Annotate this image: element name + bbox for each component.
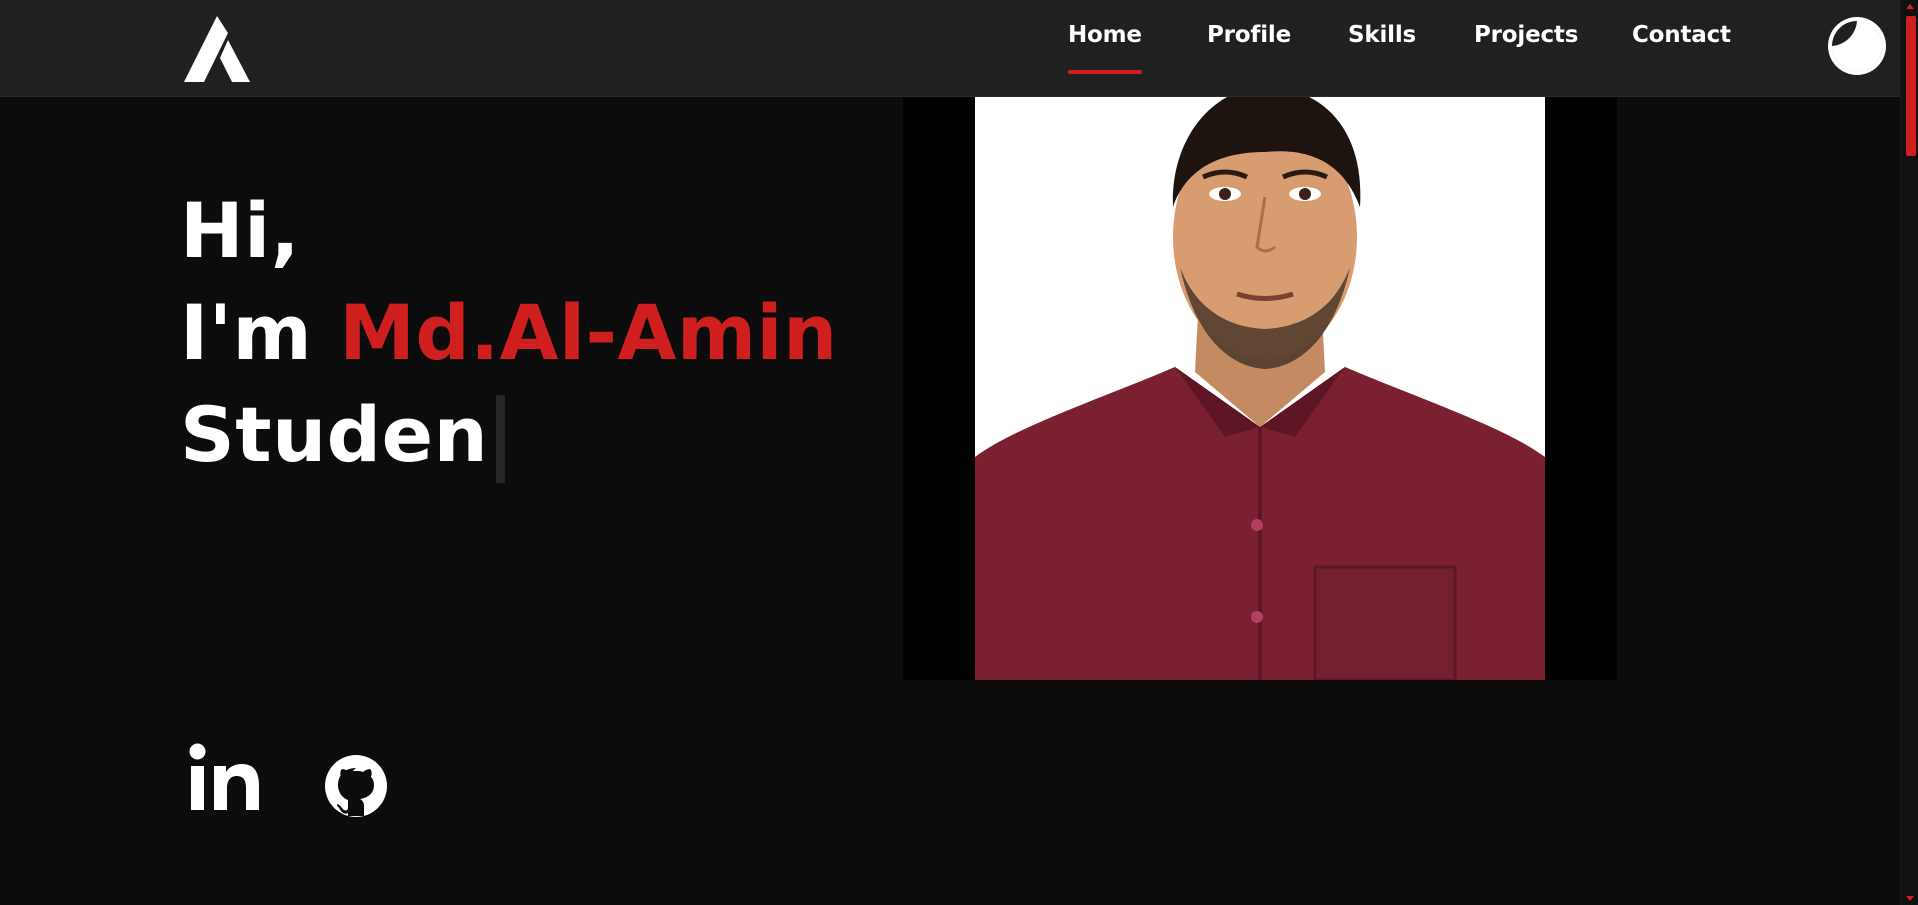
- photo-frame: [903, 97, 1617, 680]
- scroll-up-arrow-icon[interactable]: [1906, 4, 1914, 9]
- linkedin-icon[interactable]: [188, 742, 260, 818]
- hero-name: Md.Al-Amin: [339, 288, 838, 377]
- page: Home Profile Skills Projects Contact Hi,…: [0, 0, 1918, 905]
- hero-section: Hi, I'm Md.Al-Amin Studen: [180, 180, 838, 486]
- typing-cursor: [496, 395, 506, 483]
- hero-intro: I'm: [180, 288, 313, 377]
- scroll-down-arrow-icon[interactable]: [1906, 896, 1914, 901]
- a-monogram-logo[interactable]: [184, 16, 250, 82]
- scroll-thumb[interactable]: [1906, 16, 1916, 156]
- github-icon[interactable]: [324, 754, 388, 822]
- nav-link-skills[interactable]: Skills: [1348, 22, 1416, 74]
- nav-link-profile[interactable]: Profile: [1207, 22, 1291, 74]
- profile-photo: [975, 97, 1545, 680]
- vertical-scrollbar[interactable]: [1900, 0, 1918, 905]
- hero-greeting: Hi,: [180, 186, 301, 275]
- hero-intro-line: I'm Md.Al-Amin: [180, 282, 838, 384]
- half-moon-icon[interactable]: [1826, 15, 1888, 77]
- nav-link-projects[interactable]: Projects: [1474, 22, 1578, 74]
- hero-typed-line: Studen: [180, 384, 838, 486]
- hero-typed-text: Studen: [180, 390, 489, 479]
- navbar: Home Profile Skills Projects Contact: [0, 0, 1900, 97]
- nav-link-contact[interactable]: Contact: [1632, 22, 1731, 74]
- nav-link-home[interactable]: Home: [1068, 22, 1142, 74]
